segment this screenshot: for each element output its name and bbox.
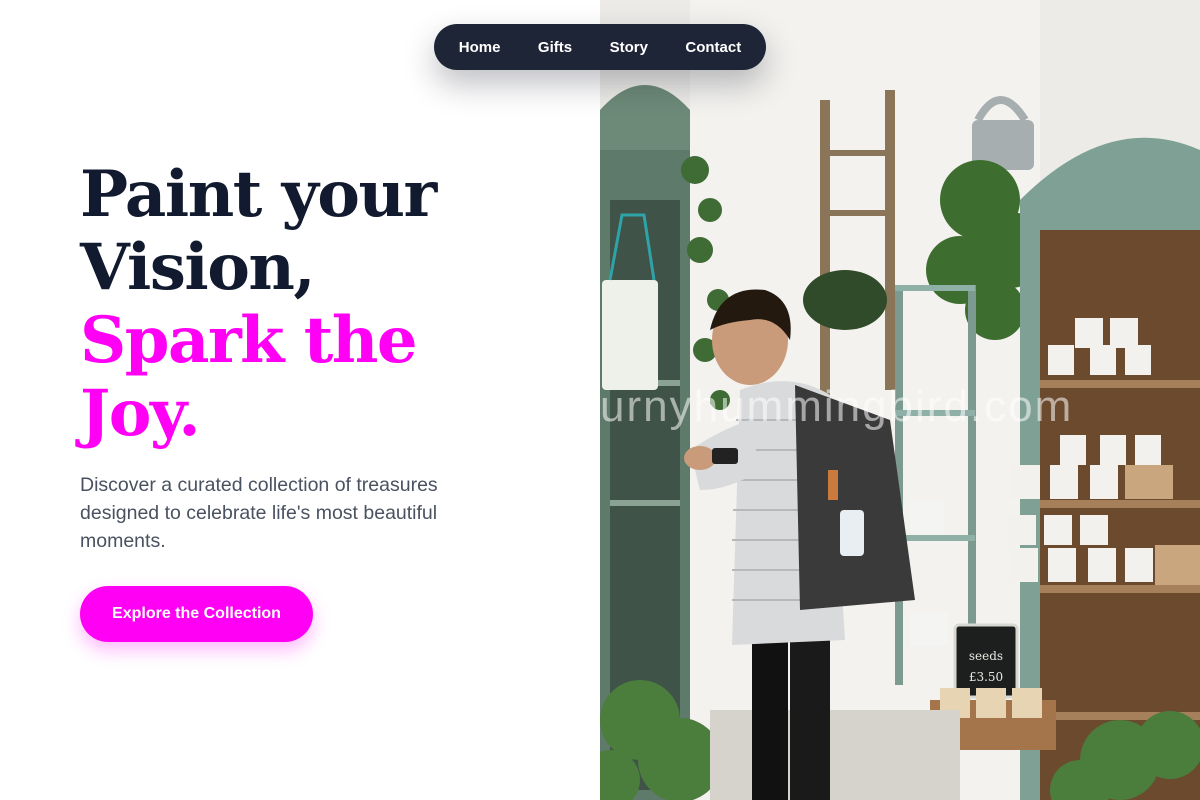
hero-headline: Paint your Vision, Spark the Joy.	[80, 158, 580, 450]
headline-accent-line-1: Spark the	[80, 303, 418, 378]
chalkboard-line-1: seeds	[969, 649, 1003, 663]
headline-line-2: Vision,	[80, 230, 316, 305]
hero-section: Paint your Vision, Spark the Joy. Discov…	[0, 0, 600, 800]
nav-contact[interactable]: Contact	[677, 33, 749, 62]
nav-gifts[interactable]: Gifts	[530, 33, 580, 62]
hero-photo: seeds £3.50 urnyhummingbird.com	[600, 0, 1200, 800]
headline-accent-line-2: Joy.	[80, 376, 201, 451]
headline-line-1: Paint your	[80, 157, 437, 232]
hero-subtext: Discover a curated collection of treasur…	[80, 474, 438, 552]
nav-story[interactable]: Story	[602, 33, 656, 62]
chalkboard-line-2: £3.50	[969, 670, 1003, 684]
nav-home[interactable]: Home	[451, 33, 509, 62]
main-nav: Home Gifts Story Contact	[434, 24, 766, 70]
explore-collection-button[interactable]: Explore the Collection	[80, 586, 313, 642]
photo-watermark: urnyhummingbird.com	[600, 382, 1074, 431]
